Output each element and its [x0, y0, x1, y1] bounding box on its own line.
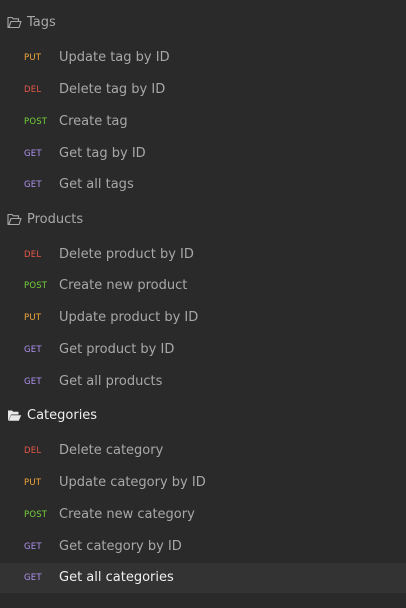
- folder-products[interactable]: Products: [0, 205, 406, 235]
- method-badge-get: GET: [24, 180, 42, 190]
- open-folder-icon: [7, 213, 22, 226]
- request-label: Create tag: [59, 114, 128, 129]
- method-badge-put: PUT: [24, 478, 42, 488]
- method-badge-del: DEL: [24, 446, 42, 456]
- folder-label: Tags: [27, 15, 56, 30]
- method-badge-put: PUT: [24, 313, 42, 323]
- folder-tags[interactable]: Tags: [0, 8, 406, 38]
- request-label: Update product by ID: [59, 310, 199, 325]
- request-item[interactable]: PUT Update tag by ID: [0, 43, 406, 73]
- folder-categories[interactable]: Categories: [0, 401, 406, 431]
- request-item[interactable]: PUT Update product by ID: [0, 303, 406, 333]
- request-item[interactable]: GET Get product by ID: [0, 335, 406, 365]
- request-item[interactable]: DEL Delete product by ID: [0, 240, 406, 270]
- request-item[interactable]: DEL Delete tag by ID: [0, 75, 406, 105]
- request-label: Get all tags: [59, 177, 134, 192]
- method-badge-put: PUT: [24, 53, 42, 63]
- method-badge-post: POST: [24, 281, 48, 291]
- request-sidebar: Tags PUT Update tag by ID DEL Delete tag…: [0, 0, 406, 608]
- request-label: Get all categories: [59, 570, 174, 585]
- request-label: Get tag by ID: [59, 146, 146, 161]
- request-item[interactable]: GET Get tag by ID: [0, 139, 406, 169]
- method-badge-get: GET: [24, 573, 42, 583]
- request-item-selected[interactable]: GET Get all categories: [0, 563, 406, 593]
- method-badge-get: GET: [24, 149, 42, 159]
- request-label: Delete product by ID: [59, 247, 194, 262]
- request-item[interactable]: GET Get all tags: [0, 170, 406, 200]
- method-badge-get: GET: [24, 377, 42, 387]
- request-label: Update tag by ID: [59, 50, 170, 65]
- request-label: Delete tag by ID: [59, 82, 166, 97]
- request-item[interactable]: POST Create new category: [0, 500, 406, 530]
- open-folder-icon: [7, 16, 22, 29]
- request-label: Get product by ID: [59, 342, 175, 357]
- request-label: Create new product: [59, 278, 188, 293]
- method-badge-get: GET: [24, 542, 42, 552]
- request-label: Get category by ID: [59, 539, 182, 554]
- folder-label: Products: [27, 212, 84, 227]
- request-item[interactable]: PUT Update category by ID: [0, 468, 406, 498]
- method-badge-del: DEL: [24, 85, 42, 95]
- request-label: Create new category: [59, 507, 195, 522]
- request-item[interactable]: GET Get category by ID: [0, 532, 406, 562]
- method-badge-post: POST: [24, 510, 48, 520]
- method-badge-get: GET: [24, 345, 42, 355]
- open-folder-icon: [8, 410, 22, 421]
- request-label: Update category by ID: [59, 475, 206, 490]
- method-badge-del: DEL: [24, 250, 42, 260]
- request-label: Get all products: [59, 374, 163, 389]
- request-item[interactable]: GET Get all products: [0, 367, 406, 397]
- request-item[interactable]: POST Create tag: [0, 107, 406, 137]
- request-label: Delete category: [59, 443, 164, 458]
- folder-label: Categories: [27, 408, 98, 423]
- request-item[interactable]: DEL Delete category: [0, 436, 406, 466]
- method-badge-post: POST: [24, 117, 48, 127]
- request-item[interactable]: POST Create new product: [0, 271, 406, 301]
